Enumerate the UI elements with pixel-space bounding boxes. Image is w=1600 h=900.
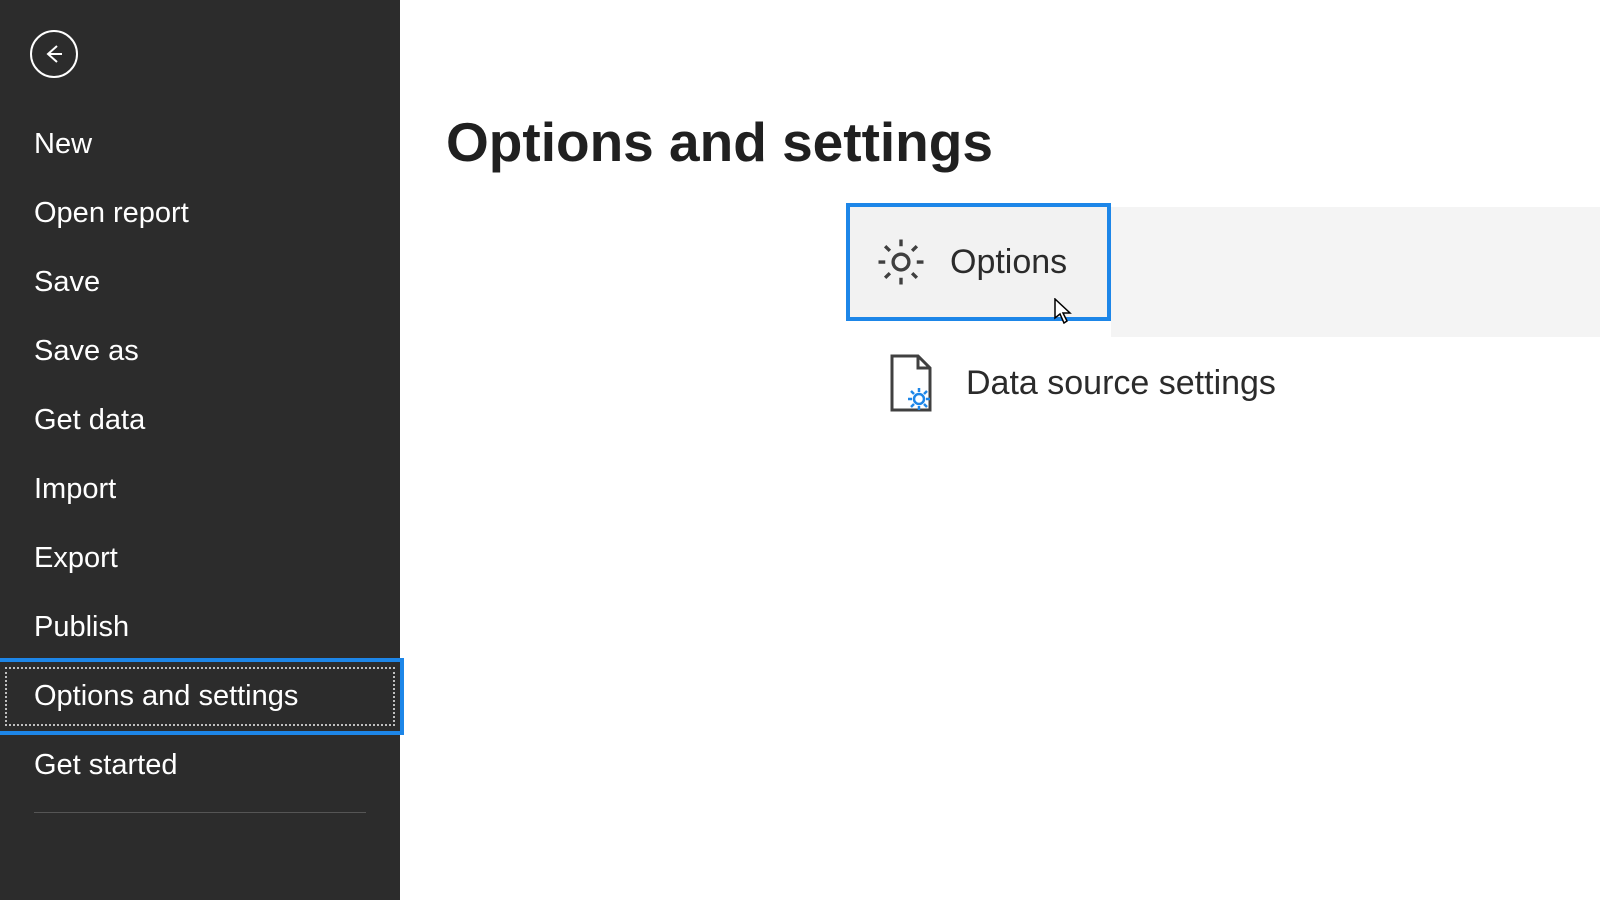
options-label: Options: [950, 243, 1067, 282]
document-gear-icon: [886, 354, 936, 412]
sidebar-item-label: Save as: [34, 335, 139, 367]
main-pane: Options and settings Options: [400, 0, 1600, 900]
sidebar-item-publish[interactable]: Publish: [0, 593, 400, 662]
sidebar-item-label: Export: [34, 542, 118, 574]
sidebar-item-label: Open report: [34, 197, 189, 229]
arrow-left-icon: [42, 42, 66, 66]
sidebar-item-get-data[interactable]: Get data: [0, 386, 400, 455]
sidebar-item-new[interactable]: New: [0, 110, 400, 179]
data-source-settings-label: Data source settings: [966, 364, 1276, 403]
sidebar-item-options-and-settings[interactable]: Options and settings: [0, 662, 400, 731]
sidebar-item-save[interactable]: Save: [0, 248, 400, 317]
sidebar-item-label: Publish: [34, 611, 129, 643]
gear-icon: [874, 235, 928, 289]
options-tile[interactable]: Options: [846, 203, 1111, 321]
sidebar-divider: [34, 812, 366, 813]
back-button[interactable]: [30, 30, 78, 78]
sidebar-item-save-as[interactable]: Save as: [0, 317, 400, 386]
hover-background: [1111, 207, 1600, 337]
sidebar-item-import[interactable]: Import: [0, 455, 400, 524]
sidebar-menu: New Open report Save Save as Get data Im…: [0, 110, 400, 813]
sidebar-item-label: Save: [34, 266, 100, 298]
sidebar-item-label: Options and settings: [34, 680, 298, 712]
file-sidebar: New Open report Save Save as Get data Im…: [0, 0, 400, 900]
data-source-settings-tile[interactable]: Data source settings: [886, 354, 1276, 412]
sidebar-item-get-started[interactable]: Get started: [0, 731, 400, 800]
sidebar-item-export[interactable]: Export: [0, 524, 400, 593]
sidebar-item-label: Get started: [34, 749, 177, 781]
sidebar-item-open-report[interactable]: Open report: [0, 179, 400, 248]
sidebar-item-label: New: [34, 128, 92, 160]
sidebar-item-label: Import: [34, 473, 116, 505]
page-title: Options and settings: [446, 110, 1554, 174]
sidebar-item-label: Get data: [34, 404, 145, 436]
